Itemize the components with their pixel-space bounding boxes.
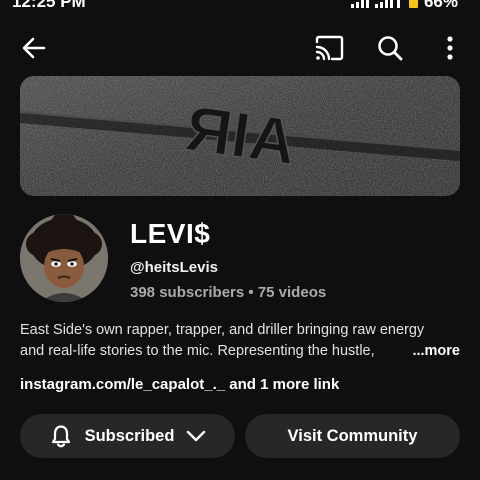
channel-banner: AIR: [20, 76, 460, 196]
subscribed-button[interactable]: Subscribed: [20, 414, 235, 458]
battery-percent: 66%: [423, 0, 458, 11]
search-button[interactable]: [374, 32, 406, 64]
cast-button[interactable]: [313, 32, 345, 64]
channel-description[interactable]: East Side's own rapper, trapper, and dri…: [20, 320, 460, 362]
more-link[interactable]: ...more: [412, 341, 460, 362]
back-button[interactable]: [18, 32, 50, 64]
cast-icon: [315, 35, 344, 61]
channel-handle: @heitsLevis: [130, 259, 218, 276]
more-options-button[interactable]: [434, 32, 466, 64]
channel-name: LEVI$: [130, 218, 211, 249]
bell-icon: [49, 423, 73, 449]
status-time: 12:25 PM: [12, 0, 86, 11]
visit-community-button[interactable]: Visit Community: [245, 414, 460, 458]
more-vertical-icon: [447, 36, 453, 60]
description-line-2: and real-life stories to the mic. Repres…: [20, 343, 375, 359]
channel-stats: 398 subscribers • 75 videos: [130, 284, 327, 301]
channel-avatar[interactable]: [20, 214, 108, 302]
more-fade: ...more: [378, 341, 460, 362]
description-line-1: East Side's own rapper, trapper, and dri…: [20, 322, 425, 338]
channel-links: instagram.com/le_capalot_._ and 1 more l…: [20, 376, 339, 393]
banner-text: AIR: [181, 92, 300, 179]
search-icon: [378, 36, 403, 61]
chevron-down-icon: [186, 430, 206, 442]
banner-image: AIR: [20, 76, 460, 196]
avatar-image: [20, 214, 108, 302]
instagram-link[interactable]: instagram.com/le_capalot_._: [20, 376, 225, 393]
status-bar: 12:25 PM 66%: [0, 0, 480, 12]
battery-icon: [408, 0, 418, 8]
more-links-link[interactable]: and 1 more link: [225, 376, 339, 393]
description-line-2-wrap: and real-life stories to the mic. Repres…: [20, 341, 460, 362]
status-indicators: 66%: [350, 0, 458, 12]
subscribed-label: Subscribed: [84, 426, 175, 445]
back-arrow-icon: [22, 37, 46, 59]
top-bar: [0, 26, 480, 70]
signal-icon: [350, 0, 400, 8]
visit-community-label: Visit Community: [287, 426, 418, 445]
